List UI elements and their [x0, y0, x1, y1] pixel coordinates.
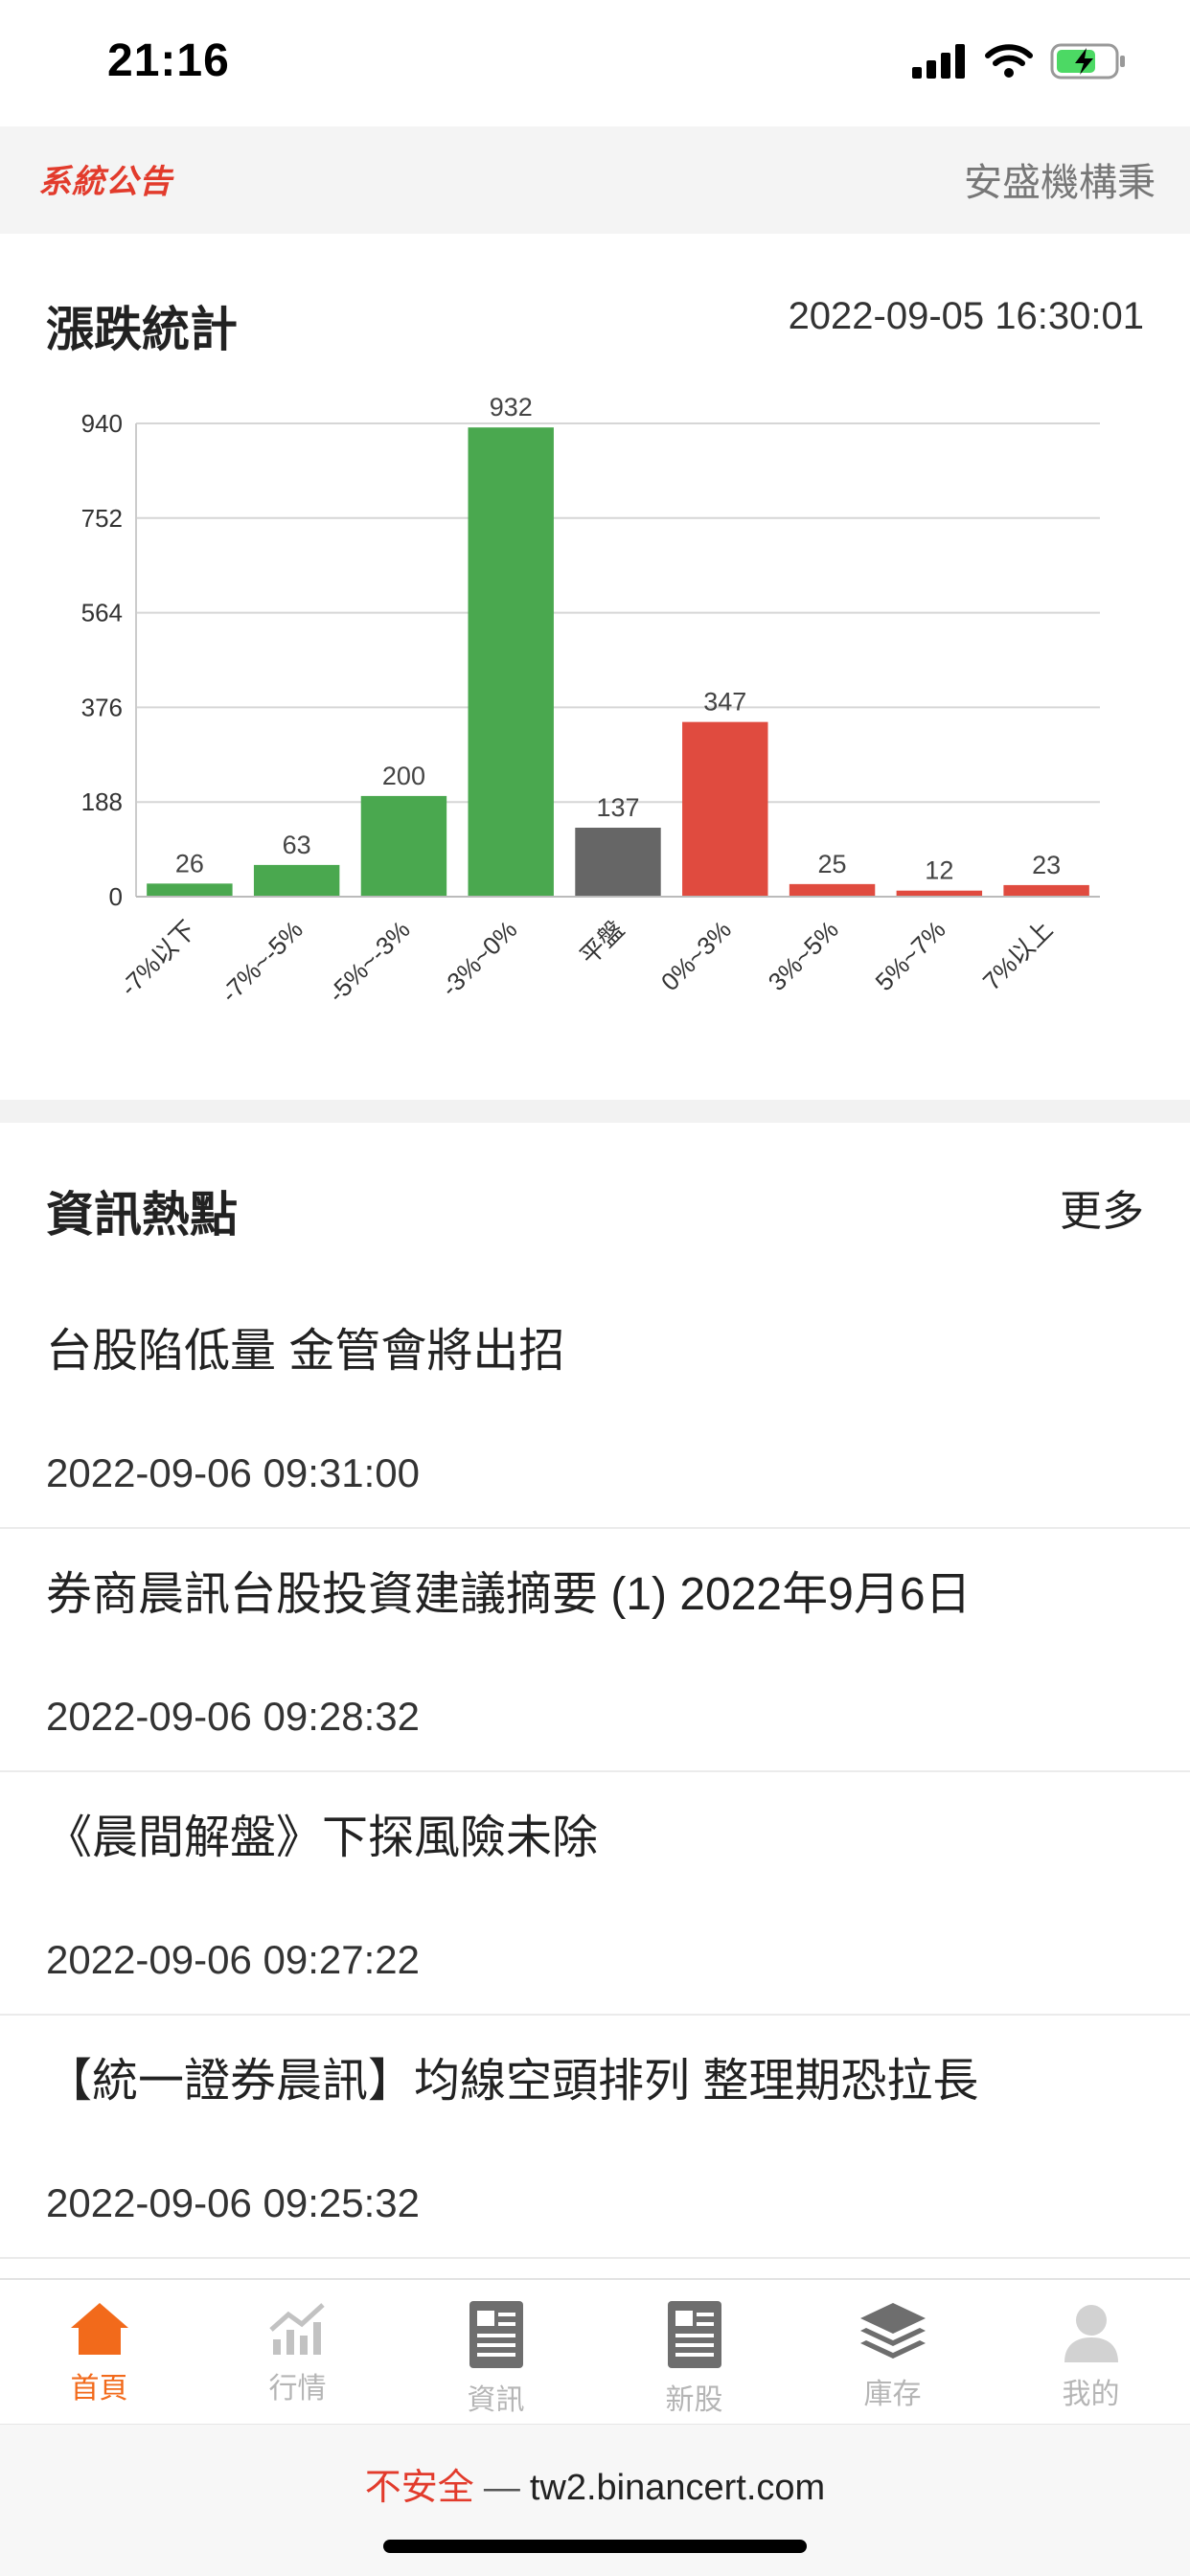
status-icons — [912, 42, 1127, 80]
news-item-title: 【統一證券晨訊】均線空頭排列 整理期恐拉長 — [46, 2056, 979, 2107]
news-item-time: 2022-09-06 09:27:22 — [46, 1937, 420, 1982]
tab-bar: 首頁 行情 資訊 新股 庫存 我的 — [0, 2278, 1190, 2426]
news-item[interactable]: 台股陷低量 金管會將出招 2022-09-06 09:31:00 — [0, 1286, 1190, 1529]
bar — [789, 883, 876, 897]
bar-value-label: 932 — [490, 393, 533, 422]
x-tick-label: -3%~0% — [435, 915, 522, 1002]
signal-icon — [912, 44, 965, 79]
news-title: 資訊熱點 — [46, 1188, 238, 1242]
chart-icon — [268, 2303, 325, 2355]
home-icon — [70, 2303, 128, 2355]
bar — [575, 828, 661, 897]
announcement-bar[interactable]: 系統公告 安盛機構秉 — [0, 126, 1190, 234]
tab-label: 庫存 — [863, 2379, 922, 2410]
tab-new-stock[interactable]: 新股 — [595, 2280, 793, 2426]
x-tick-label: 5%~7% — [869, 915, 950, 996]
y-tick-label: 752 — [81, 504, 123, 533]
bar-value-label: 200 — [382, 762, 425, 790]
insecure-label: 不安全 — [364, 2468, 474, 2508]
stats-section: 漲跌統計 2022-09-05 16:30:01 0 188 376 564 752 94… — [0, 234, 1190, 1100]
y-tick-label: 188 — [81, 787, 123, 816]
news-item-time: 2022-09-06 09:25:32 — [46, 2180, 420, 2225]
tab-inventory[interactable]: 庫存 — [793, 2280, 992, 2426]
news-item[interactable]: 《晨間解盤》下探風險未除 2022-09-06 09:27:22 — [0, 1772, 1190, 2016]
announcement-text[interactable]: 安盛機構秉 — [964, 151, 1156, 207]
browser-url-bar[interactable]: 不安全 — tw2.binancert.com — [0, 2424, 1190, 2576]
tab-home[interactable]: 首頁 — [0, 2280, 198, 2426]
bar — [682, 721, 768, 897]
y-tick-label: 0 — [109, 882, 123, 911]
news-item-title: 《晨間解盤》下探風險未除 — [46, 1812, 599, 1863]
updown-bar-chart: 0 188 376 564 752 940 26 -7%以下 63 -7%~-5% 200 -5%~-… — [81, 393, 1100, 1008]
bar-value-label: 12 — [925, 856, 953, 885]
tab-label: 首頁 — [70, 2373, 128, 2405]
home-indicator — [383, 2540, 807, 2553]
tab-label: 新股 — [665, 2384, 723, 2416]
news-list: 台股陷低量 金管會將出招 2022-09-06 09:31:00 券商晨訊台股投… — [0, 1286, 1190, 2259]
section-divider — [0, 1100, 1190, 1123]
y-tick-label: 940 — [81, 409, 123, 438]
tab-profile[interactable]: 我的 — [992, 2280, 1190, 2426]
battery-icon — [1050, 43, 1125, 80]
news-header: 資訊熱點 更多 — [0, 1123, 1190, 1286]
new-stock-icon — [667, 2301, 721, 2368]
x-tick-label: 平盤 — [574, 915, 629, 970]
y-tick-label: 376 — [81, 693, 123, 721]
news-item-time: 2022-09-06 09:31:00 — [46, 1450, 420, 1495]
bar — [253, 864, 340, 897]
layers-icon — [859, 2303, 926, 2359]
y-tick-label: 564 — [81, 599, 123, 627]
bar-value-label: 25 — [818, 850, 847, 878]
news-item[interactable]: 【統一證券晨訊】均線空頭排列 整理期恐拉長 2022-09-06 09:25:3… — [0, 2016, 1190, 2259]
bar-value-label: 137 — [596, 793, 639, 822]
tab-label: 資訊 — [467, 2384, 525, 2416]
url-text[interactable]: 不安全 — tw2.binancert.com — [0, 2457, 1190, 2510]
status-bar: 21:16 — [0, 0, 1190, 126]
news-item-time: 2022-09-06 09:28:32 — [46, 1694, 420, 1739]
announcement-label: 系統公告 — [38, 164, 172, 200]
bar — [360, 795, 447, 897]
tab-market[interactable]: 行情 — [198, 2280, 397, 2426]
more-button[interactable]: 更多 — [1060, 1176, 1144, 1238]
x-tick-label: -7%以下 — [114, 915, 201, 1002]
user-icon — [1064, 2305, 1118, 2362]
news-icon — [469, 2301, 523, 2368]
bar-value-label: 63 — [283, 831, 311, 859]
x-tick-label: 7%以上 — [977, 915, 1059, 996]
url-separator: — — [483, 2468, 520, 2508]
x-tick-label: 3%~5% — [763, 915, 844, 996]
tab-label: 我的 — [1062, 2379, 1120, 2410]
tab-label: 行情 — [268, 2373, 327, 2405]
x-tick-label: -5%~-3% — [322, 915, 415, 1008]
bar-value-label: 347 — [703, 688, 746, 717]
bar — [1003, 884, 1089, 897]
url-domain: tw2.binancert.com — [529, 2468, 826, 2508]
x-tick-label: 0%~3% — [655, 915, 737, 996]
status-time: 21:16 — [107, 35, 230, 86]
news-item[interactable]: 券商晨訊台股投資建議摘要 (1) 2022年9月6日 2022-09-06 09… — [0, 1529, 1190, 1772]
bar — [147, 883, 233, 897]
tab-news[interactable]: 資訊 — [397, 2280, 595, 2426]
bar-value-label: 26 — [175, 849, 204, 878]
wifi-icon — [985, 44, 1033, 78]
x-tick-label: -7%~-5% — [216, 915, 309, 1008]
news-item-title: 券商晨訊台股投資建議摘要 (1) 2022年9月6日 — [46, 1569, 972, 1620]
bar — [468, 427, 554, 897]
news-item-title: 台股陷低量 金管會將出招 — [46, 1326, 565, 1377]
bar-value-label: 23 — [1032, 851, 1061, 879]
